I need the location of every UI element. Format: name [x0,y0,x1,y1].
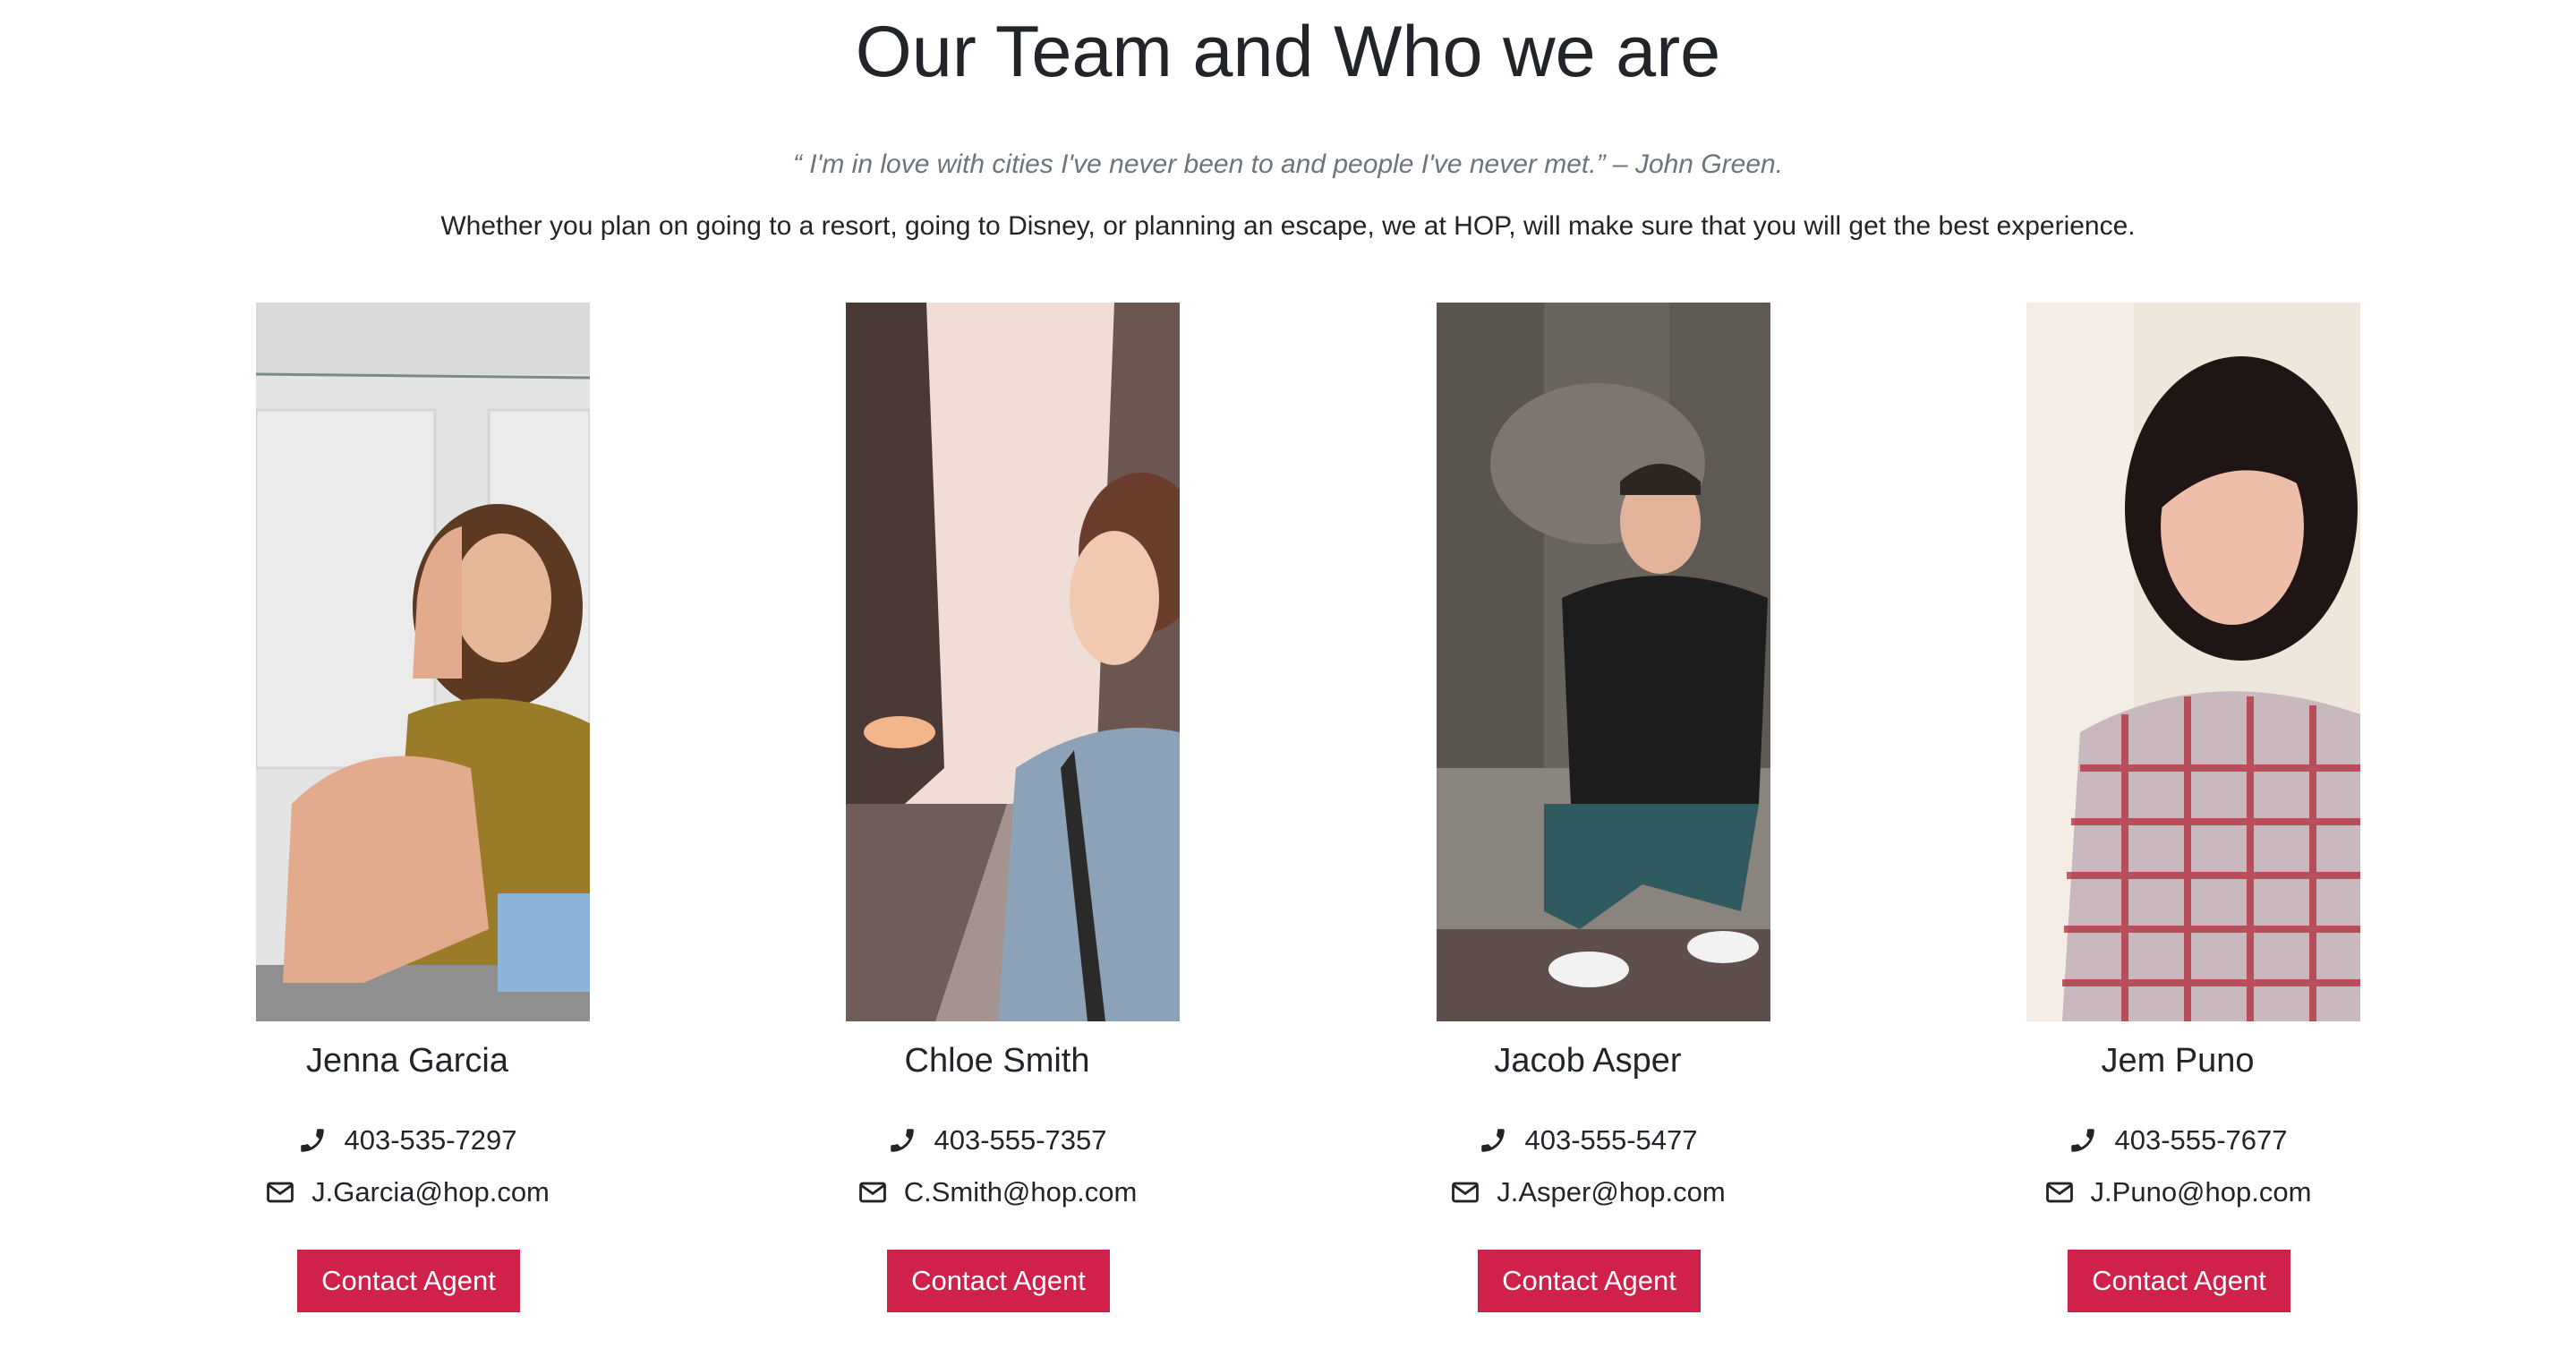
agent-name: Chloe Smith [904,1042,1090,1080]
agent-photo [2026,303,2360,1021]
agent-email-row: J.Garcia@hop.com [183,1173,631,1212]
agent-email[interactable]: J.Garcia@hop.com [311,1176,550,1208]
agent-photo [256,303,590,1021]
contact-agent-button[interactable]: Contact Agent [297,1250,520,1312]
contact-agent-button[interactable]: Contact Agent [1478,1250,1701,1312]
agent-phone: 403-555-7357 [934,1124,1107,1156]
agent-phone-row: 403-555-7677 [1954,1121,2401,1160]
phone-icon [2068,1125,2098,1156]
phone-icon [887,1125,917,1156]
phone-icon [297,1125,328,1156]
agent-name: Jenna Garcia [305,1042,508,1080]
agent-email-row: C.Smith@hop.com [773,1173,1221,1212]
envelope-icon [265,1177,295,1208]
phone-icon [1478,1125,1508,1156]
agent-phone: 403-555-7677 [2114,1124,2288,1156]
agent-email[interactable]: J.Asper@hop.com [1497,1176,1725,1208]
team-card-jenna-garcia: Jenna Garcia 403-535-7297 J.Garcia@hop.c… [183,303,631,1323]
agent-email[interactable]: C.Smith@hop.com [904,1176,1138,1208]
envelope-icon [1450,1177,1480,1208]
agent-email-row: J.Asper@hop.com [1364,1173,1812,1212]
envelope-icon [857,1177,888,1208]
agent-phone: 403-535-7297 [344,1124,517,1156]
agent-name: Jacob Asper [1494,1042,1682,1080]
agent-photo [1437,303,1770,1021]
agent-phone-row: 403-535-7297 [183,1121,631,1160]
contact-agent-button[interactable]: Contact Agent [2068,1250,2290,1312]
agent-email[interactable]: J.Puno@hop.com [2091,1176,2312,1208]
page-title: Our Team and Who we are [855,12,1721,92]
quote-text: “ I'm in love with cities I've never bee… [792,149,1784,179]
agent-name: Jem Puno [2101,1042,2255,1080]
team-card-jacob-asper: Jacob Asper 403-555-5477 J.Asper@hop.com… [1364,303,1812,1323]
team-card-chloe-smith: Chloe Smith 403-555-7357 C.Smith@hop.com… [773,303,1221,1323]
agent-photo [846,303,1180,1021]
agent-phone: 403-555-5477 [1524,1124,1698,1156]
agent-email-row: J.Puno@hop.com [1954,1173,2401,1212]
intro-text: Whether you plan on going to a resort, g… [440,211,2136,241]
envelope-icon [2044,1177,2075,1208]
contact-agent-button[interactable]: Contact Agent [887,1250,1110,1312]
agent-phone-row: 403-555-5477 [1364,1121,1812,1160]
team-card-jem-puno: Jem Puno 403-555-7677 J.Puno@hop.com Con… [1954,303,2401,1323]
agent-phone-row: 403-555-7357 [773,1121,1221,1160]
